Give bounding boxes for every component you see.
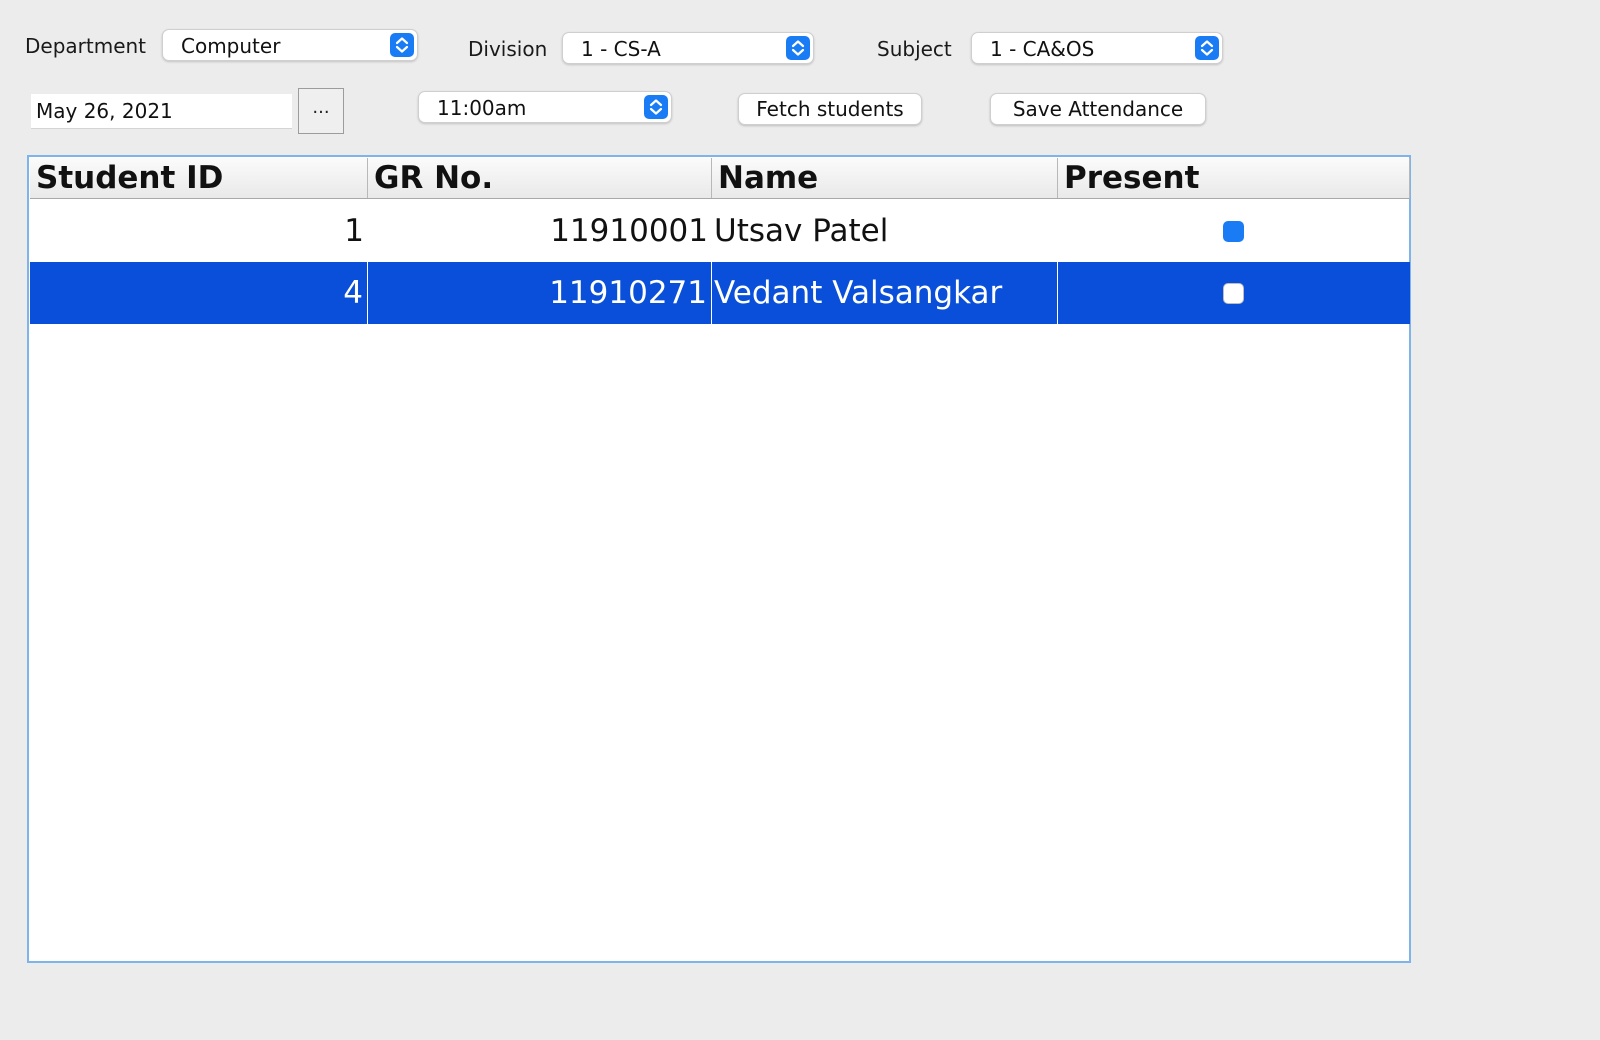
name-cell: Utsav Patel [714,213,889,249]
column-header-present[interactable]: Present [1058,158,1410,198]
date-field[interactable] [31,94,292,129]
save-attendance-button[interactable]: Save Attendance [990,93,1206,125]
name-cell: Vedant Valsangkar [712,262,1058,324]
present-checkbox[interactable] [1223,221,1244,258]
date-picker-button[interactable]: ... [298,88,344,134]
present-cell [1058,262,1410,324]
date-input[interactable] [31,94,292,128]
division-label: Division [468,37,548,61]
present-cell [1058,200,1410,262]
time-value: 11:00am [437,96,527,120]
student-id-cell: 1 [344,213,364,249]
division-value: 1 - CS-A [581,37,661,61]
table-row[interactable]: 4 11910271 Vedant Valsangkar [30,262,1410,324]
column-header-name[interactable]: Name [712,158,1058,198]
table-row[interactable]: 1 11910001 Utsav Patel [30,200,1410,262]
present-checkbox[interactable] [1223,283,1244,304]
up-down-chevron-icon [390,33,414,57]
subject-value: 1 - CA&OS [990,37,1095,61]
up-down-chevron-icon [786,36,810,60]
subject-label: Subject [877,37,952,61]
fetch-students-button[interactable]: Fetch students [738,93,922,125]
gr-no-cell: 11910001 [550,213,708,249]
up-down-chevron-icon [644,95,668,119]
student-id-cell: 4 [30,262,368,324]
department-value: Computer [181,34,281,58]
column-header-gr-no[interactable]: GR No. [368,158,712,198]
table-header: Student ID GR No. Name Present [30,158,1410,199]
up-down-chevron-icon [1195,36,1219,60]
subject-combobox[interactable]: 1 - CA&OS [971,32,1223,64]
column-header-student-id[interactable]: Student ID [30,158,368,198]
division-combobox[interactable]: 1 - CS-A [562,32,814,64]
department-combobox[interactable]: Computer [162,29,418,61]
gr-no-cell: 11910271 [368,262,712,324]
department-label: Department [25,34,147,58]
checkmark-icon [1226,245,1241,258]
attendance-table[interactable]: Student ID GR No. Name Present 1 1191000… [27,155,1411,963]
time-combobox[interactable]: 11:00am [418,91,672,123]
